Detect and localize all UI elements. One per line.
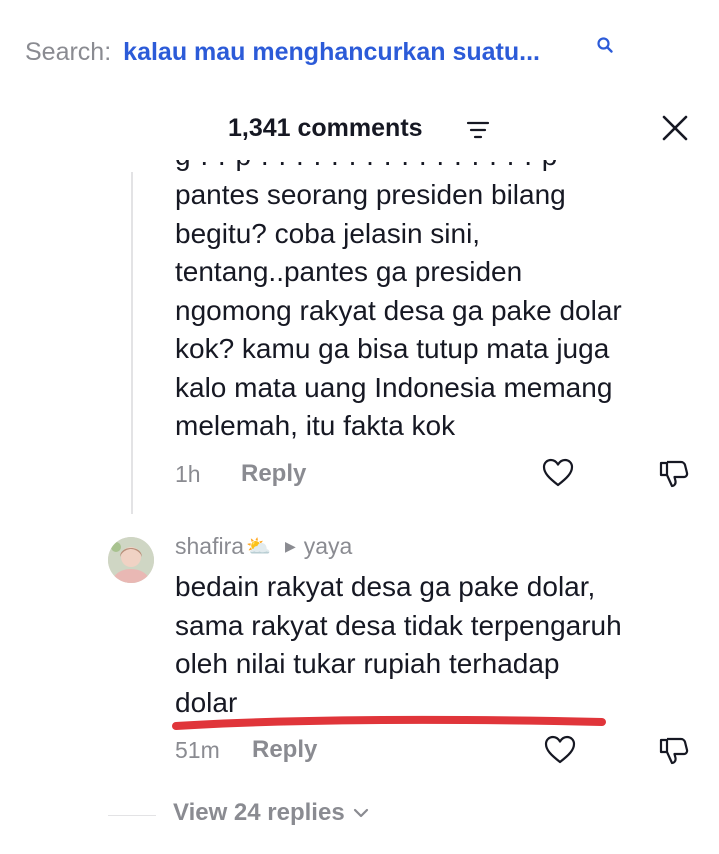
view-replies-label: View 24 replies <box>173 799 345 826</box>
dislike-icon[interactable] <box>657 733 691 767</box>
close-icon[interactable] <box>660 113 690 143</box>
avatar-image <box>108 537 154 583</box>
reply-arrow-icon: ▶ <box>284 538 296 554</box>
like-heart-icon[interactable] <box>541 456 575 490</box>
thread-line <box>131 172 133 514</box>
clipped-line: g . . p . . . . . . . . . . . . . . . . … <box>175 160 655 176</box>
avatar[interactable] <box>108 537 154 583</box>
comments-header: 1,341 comments <box>0 108 719 152</box>
comment-time: 1h <box>175 461 201 487</box>
comment-text: pantes seorang presiden bilang begitu? c… <box>175 179 622 441</box>
search-icon[interactable] <box>596 36 614 54</box>
comment-time: 51m <box>175 737 220 763</box>
search-query[interactable]: kalau mau menghancurkan suatu... <box>123 38 540 67</box>
chevron-down-icon <box>353 808 368 818</box>
dislike-icon[interactable] <box>657 456 691 490</box>
username[interactable]: shafira <box>175 533 244 560</box>
like-heart-icon[interactable] <box>543 733 577 767</box>
comment-count: 1,341 comments <box>228 114 423 142</box>
sort-filter-icon[interactable] <box>466 120 490 140</box>
view-replies-divider <box>108 815 156 816</box>
username-emoji: ⛅ <box>246 536 271 558</box>
reply-button[interactable]: Reply <box>252 736 317 764</box>
reply-button[interactable]: Reply <box>241 460 306 488</box>
reply-to-username[interactable]: yaya <box>304 533 353 560</box>
comment-username-row: shafira ⛅ ▶ yaya <box>175 533 352 560</box>
comment-text: bedain rakyat desa ga pake dolar, sama r… <box>175 571 622 718</box>
search-bar[interactable]: Search: kalau mau menghancurkan suatu... <box>25 32 540 72</box>
search-prefix: Search: <box>25 37 112 66</box>
view-replies-button[interactable]: View 24 replies <box>173 799 369 827</box>
